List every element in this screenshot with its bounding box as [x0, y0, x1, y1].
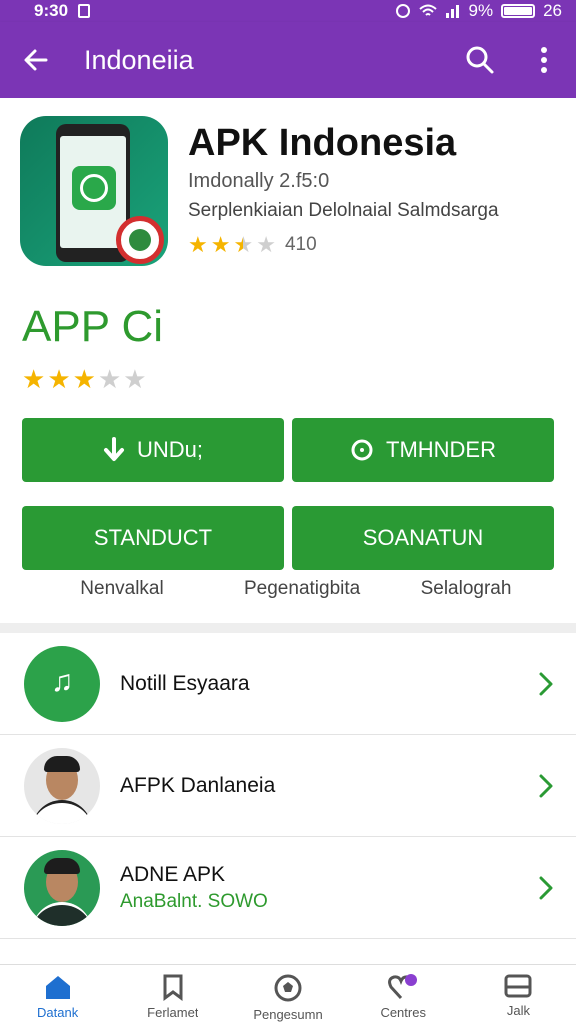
section-rating: ★ ★ ★ ★ ★	[22, 364, 147, 395]
chevron-right-icon	[539, 876, 553, 899]
rating-count: 410	[284, 234, 317, 255]
download-arrow-icon	[103, 437, 124, 461]
download-button-label: UNDu;	[136, 437, 203, 462]
soanatun-button[interactable]: SOANATUN	[292, 506, 554, 570]
info-label: Nenvalkal	[80, 578, 164, 599]
avatar	[24, 747, 100, 824]
star-icon: ★	[188, 232, 208, 257]
list-item[interactable]: AFPK Danlaneia	[0, 735, 576, 837]
section-divider	[0, 623, 576, 633]
nav-label: Ferlamet	[147, 1005, 199, 1020]
alarm-icon	[395, 4, 410, 18]
list-item-subtitle: AnaBalnt. SOWO	[120, 890, 268, 912]
wifi-icon	[418, 4, 437, 16]
info-label: Selalograh	[420, 578, 512, 599]
avatar	[24, 849, 100, 926]
standuct-button[interactable]: STANDUCT	[22, 506, 284, 570]
list-item[interactable]: ♫ Notill Esyaara	[0, 633, 576, 735]
more-vert-icon	[541, 47, 547, 73]
app-bar: Indoneiia	[0, 22, 576, 98]
star-half-icon: ★	[233, 232, 254, 257]
tmhnder-button-label: TMHNDER	[386, 437, 496, 462]
bookmark-icon	[163, 974, 183, 1001]
app-name: APK Indonesia	[188, 122, 457, 164]
soanatun-button-label: SOANATUN	[362, 525, 484, 550]
home-icon	[45, 976, 70, 999]
nav-label: Centres	[380, 1005, 426, 1020]
app-version: Imdonally 2.f5:0	[188, 170, 330, 192]
star-icon: ★	[210, 232, 231, 257]
heart-icon	[388, 974, 418, 1000]
star-empty-icon: ★	[123, 364, 147, 394]
nav-inbox[interactable]: Jalk	[461, 965, 576, 1024]
chevron-right-icon	[539, 672, 553, 695]
status-extra: 26	[543, 1, 562, 20]
section-title: APP Ci	[22, 302, 164, 351]
status-time: 9:30	[34, 1, 69, 20]
status-bar: 9:30 9% 26	[0, 0, 576, 22]
nav-sports[interactable]: Pengesumn	[230, 965, 345, 1024]
nav-home[interactable]: Datank	[0, 965, 115, 1024]
standuct-button-label: STANDUCT	[93, 525, 213, 550]
list-item-title: AFPK Danlaneia	[120, 773, 276, 797]
chevron-right-icon	[539, 774, 553, 797]
rating-row: ★ ★ ★ ★ 410	[188, 232, 317, 258]
star-icon: ★	[22, 364, 46, 394]
nav-bookmarks[interactable]: Ferlamet	[115, 965, 230, 1024]
inbox-icon	[504, 974, 532, 998]
battery-icon	[501, 4, 536, 18]
nav-label: Datank	[37, 1005, 79, 1020]
search-icon	[466, 46, 494, 74]
star-empty-icon: ★	[97, 364, 122, 394]
star-icon: ★	[72, 364, 96, 394]
info-labels: Nenvalkal Pegenatigbita Selalograh	[0, 578, 576, 600]
sim-icon	[78, 4, 91, 18]
record-badge-icon	[116, 216, 164, 264]
app-developer: Serplenkiaian Delolnaial Salmdsarga	[188, 200, 499, 221]
download-button[interactable]: UNDu;	[22, 418, 284, 482]
nav-label: Jalk	[506, 1003, 530, 1018]
search-button[interactable]	[448, 22, 512, 98]
back-button[interactable]	[0, 22, 72, 98]
signal-icon	[445, 5, 459, 18]
tmhnder-button[interactable]: TMHNDER	[292, 418, 554, 482]
music-note-icon: ♫	[50, 664, 74, 698]
list-item-title: ADNE APK	[120, 862, 226, 886]
battery-text: 9%	[468, 1, 494, 20]
nav-label: Pengesumn	[253, 1007, 323, 1022]
page-title: Indoneiia	[84, 44, 194, 75]
app-icon	[20, 116, 168, 266]
more-options-button[interactable]	[512, 22, 576, 98]
soccer-ball-icon	[274, 974, 302, 1002]
back-arrow-icon	[24, 49, 48, 71]
star-empty-icon: ★	[256, 232, 276, 257]
music-app-avatar: ♫	[24, 645, 100, 722]
list-item-title: Notill Esyaara	[120, 671, 250, 695]
star-icon: ★	[47, 364, 71, 394]
nav-favorites[interactable]: Centres	[346, 965, 461, 1024]
chat-icon	[351, 439, 373, 461]
info-label: Pegenatigbita	[244, 578, 361, 599]
bottom-navigation: Datank Ferlamet Pengesumn Centres Jalk	[0, 964, 576, 1024]
list-item[interactable]: ADNE APK AnaBalnt. SOWO	[0, 837, 576, 939]
app-header-card: APK Indonesia Imdonally 2.f5:0 Serplenki…	[0, 98, 576, 623]
